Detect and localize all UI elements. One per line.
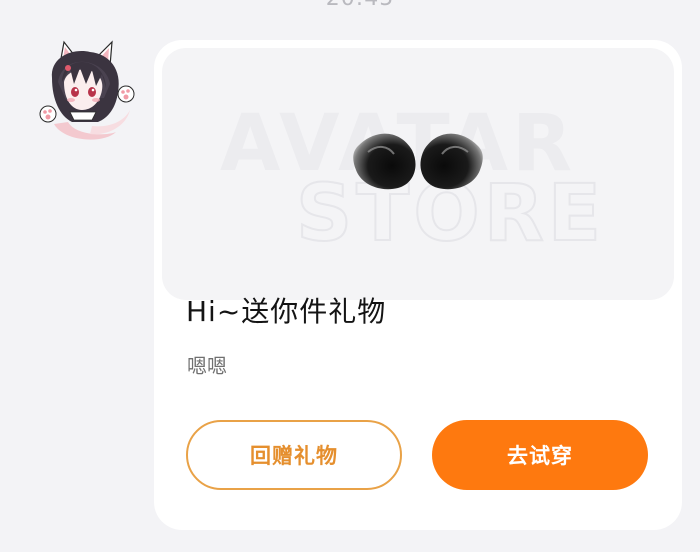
gift-preview-banner: AVATAR STORE bbox=[162, 48, 674, 300]
avatar-illustration bbox=[39, 40, 135, 140]
try-on-button[interactable]: 去试穿 bbox=[432, 420, 648, 490]
gift-message-subtitle: 嗯嗯 bbox=[187, 354, 227, 378]
avatar[interactable] bbox=[34, 38, 140, 144]
chat-screen: 20:45 bbox=[0, 0, 700, 552]
return-gift-button[interactable]: 回赠礼物 bbox=[186, 420, 402, 490]
gift-message-card[interactable]: AVATAR STORE bbox=[154, 40, 682, 530]
gift-message-title: Hi~送你件礼物 bbox=[186, 295, 387, 328]
cat-ears-gift-image bbox=[353, 133, 483, 190]
message-timestamp: 20:45 bbox=[0, 0, 700, 11]
